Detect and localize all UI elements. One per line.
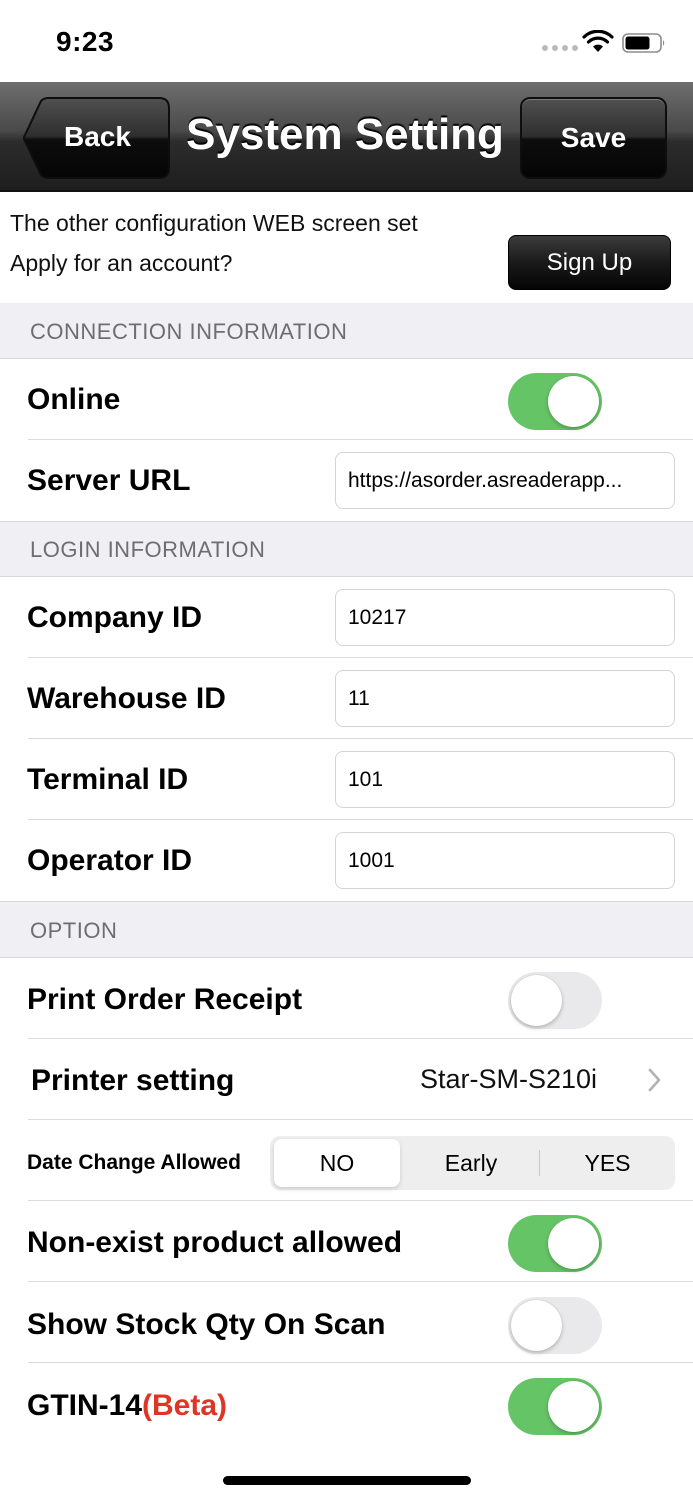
gtin-14-label: GTIN-14(Beta) xyxy=(27,1389,227,1423)
segment-no[interactable]: NO xyxy=(274,1139,400,1187)
web-config-area: The other configuration WEB screen set A… xyxy=(0,192,693,303)
row-online: Online xyxy=(0,359,693,440)
show-stock-qty-toggle[interactable] xyxy=(508,1297,602,1354)
operator-id-input[interactable] xyxy=(335,832,675,889)
operator-id-label: Operator ID xyxy=(27,844,193,877)
row-terminal-id: Terminal ID xyxy=(0,739,693,820)
status-bar: 9:23 xyxy=(0,0,693,82)
navigation-bar: Back System Setting Save xyxy=(0,82,693,192)
section-title: LOGIN INFORMATION xyxy=(30,537,266,562)
segment-yes[interactable]: YES xyxy=(540,1136,675,1190)
terminal-id-input[interactable] xyxy=(335,751,675,808)
battery-icon xyxy=(622,33,665,53)
page-title: System Setting xyxy=(186,110,504,159)
row-company-id: Company ID xyxy=(0,577,693,658)
gtin-14-text: GTIN-14 xyxy=(27,1389,143,1422)
row-date-change-allowed: Date Change Allowed NO Early YES xyxy=(0,1120,693,1201)
wifi-icon xyxy=(582,30,614,52)
row-print-order-receipt: Print Order Receipt xyxy=(0,958,693,1039)
printer-setting-label: Printer setting xyxy=(31,1064,235,1097)
non-exist-product-label: Non-exist product allowed xyxy=(27,1226,403,1259)
chevron-right-icon xyxy=(648,1068,661,1092)
date-change-allowed-label: Date Change Allowed xyxy=(27,1151,241,1174)
section-header-login: LOGIN INFORMATION xyxy=(0,521,693,577)
gtin-14-toggle[interactable] xyxy=(508,1378,602,1435)
warehouse-id-label: Warehouse ID xyxy=(27,682,226,715)
print-order-receipt-label: Print Order Receipt xyxy=(27,983,303,1016)
row-printer-setting[interactable]: Printer setting Star-SM-S210i xyxy=(0,1039,693,1120)
section-title: CONNECTION INFORMATION xyxy=(30,319,348,344)
toggle-knob xyxy=(511,1300,562,1351)
row-operator-id: Operator ID xyxy=(0,820,693,901)
toggle-knob xyxy=(511,975,562,1026)
online-toggle[interactable] xyxy=(508,373,602,430)
account-question-text: Apply for an account? xyxy=(10,250,233,276)
segment-early[interactable]: Early xyxy=(404,1136,538,1190)
date-change-segmented-control: NO Early YES xyxy=(270,1136,675,1190)
toggle-knob xyxy=(548,1381,599,1432)
row-warehouse-id: Warehouse ID xyxy=(0,658,693,739)
printer-setting-value: Star-SM-S210i xyxy=(420,1064,598,1094)
status-time: 9:23 xyxy=(56,26,115,57)
print-order-receipt-toggle[interactable] xyxy=(508,972,602,1029)
non-exist-product-toggle[interactable] xyxy=(508,1215,602,1272)
company-id-label: Company ID xyxy=(27,601,203,634)
back-button[interactable]: Back xyxy=(22,97,170,179)
row-show-stock-qty: Show Stock Qty On Scan xyxy=(0,1282,693,1363)
save-button[interactable]: Save xyxy=(520,97,667,179)
company-id-input[interactable] xyxy=(335,589,675,646)
row-non-exist-product: Non-exist product allowed xyxy=(0,1201,693,1282)
back-button-label: Back xyxy=(64,121,131,152)
row-server-url: Server URL xyxy=(0,440,693,521)
home-indicator xyxy=(223,1476,471,1485)
server-url-input[interactable] xyxy=(335,452,675,509)
toggle-knob xyxy=(548,376,599,427)
online-label: Online xyxy=(27,383,121,416)
section-header-option: OPTION xyxy=(0,901,693,958)
server-url-label: Server URL xyxy=(27,464,191,497)
section-title: OPTION xyxy=(30,918,118,943)
show-stock-qty-label: Show Stock Qty On Scan xyxy=(27,1308,386,1341)
section-header-connection: CONNECTION INFORMATION xyxy=(0,303,693,359)
web-config-text: The other configuration WEB screen set xyxy=(10,210,418,236)
warehouse-id-input[interactable] xyxy=(335,670,675,727)
beta-badge: (Beta) xyxy=(142,1389,228,1422)
row-gtin-14: GTIN-14(Beta) xyxy=(0,1363,693,1449)
cellular-signal-icon xyxy=(542,45,578,51)
sign-up-button[interactable]: Sign Up xyxy=(508,235,671,290)
toggle-knob xyxy=(548,1218,599,1269)
terminal-id-label: Terminal ID xyxy=(27,763,189,796)
